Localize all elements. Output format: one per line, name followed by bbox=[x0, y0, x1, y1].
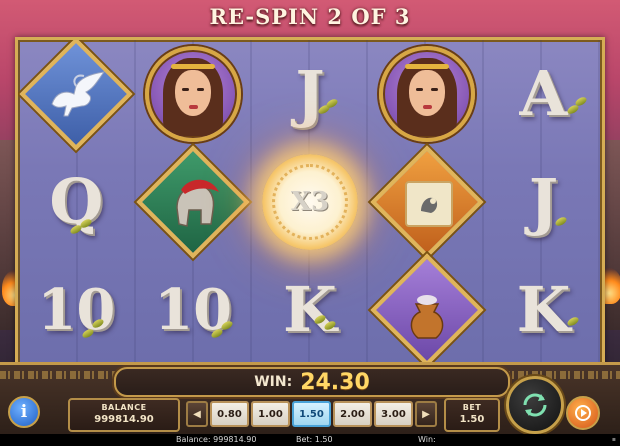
respin-title: RE-SPIN 2 OF 3 bbox=[209, 4, 411, 29]
scroll-icon bbox=[405, 181, 454, 227]
symbol-letter: J bbox=[528, 165, 559, 238]
reel-frame: J A Q X3 J 10 10 K K bbox=[15, 37, 605, 367]
symbol-letter: Q bbox=[49, 165, 104, 238]
bet-increase-button[interactable]: ▶ bbox=[415, 401, 437, 427]
bet-value: 1.50 bbox=[459, 414, 485, 425]
goddess-portrait-icon bbox=[145, 46, 242, 142]
multiplier-x3-symbol: X3 bbox=[261, 154, 358, 250]
symbol-letter: J bbox=[295, 57, 325, 130]
bet-option-2-selected[interactable]: 1.50 bbox=[292, 401, 331, 427]
symbol-letter: K bbox=[283, 273, 337, 346]
reel-cell-1-2 bbox=[135, 40, 252, 148]
win-display: WIN: 24.30 bbox=[114, 367, 510, 397]
reel-cell-3-3: K bbox=[252, 256, 369, 364]
status-bet: Bet: 1.50 bbox=[296, 435, 333, 444]
bet-option-3[interactable]: 2.00 bbox=[333, 401, 372, 427]
spin-button[interactable] bbox=[506, 376, 564, 434]
goddess-portrait-icon bbox=[378, 46, 475, 142]
reel-cell-1-5: A bbox=[485, 40, 602, 148]
reel-cell-1-4 bbox=[368, 40, 485, 148]
pegasus-icon bbox=[51, 71, 106, 117]
provider-logo-icon: ▪ bbox=[611, 436, 616, 443]
reel-grid: J A Q X3 J 10 10 K K bbox=[18, 40, 602, 364]
symbol-letter: K bbox=[516, 273, 571, 346]
spartan-helmet-icon bbox=[176, 179, 219, 227]
reel-cell-3-2: 10 bbox=[135, 256, 252, 364]
symbol-letter: A bbox=[519, 57, 568, 130]
bet-option-1[interactable]: 1.00 bbox=[251, 401, 290, 427]
balance-display: BALANCE 999814.90 bbox=[68, 398, 180, 432]
symbol-letter: 10 bbox=[37, 277, 116, 343]
autoplay-button[interactable] bbox=[566, 396, 600, 430]
olive-leaf-icon bbox=[574, 95, 589, 108]
win-label: WIN: bbox=[254, 374, 293, 390]
reel-cell-3-5: K bbox=[485, 256, 602, 364]
vase-icon bbox=[411, 295, 444, 339]
reel-cell-2-5: J bbox=[485, 148, 602, 256]
reel-cell-1-3: J bbox=[252, 40, 369, 148]
balance-label: BALANCE bbox=[101, 403, 147, 412]
reel-cell-2-1: Q bbox=[18, 148, 135, 256]
autoplay-icon bbox=[575, 405, 591, 421]
balance-value: 999814.90 bbox=[94, 414, 154, 425]
bet-option-4[interactable]: 3.00 bbox=[374, 401, 413, 427]
reel-cell-3-4 bbox=[368, 253, 485, 364]
spin-arrows-icon bbox=[523, 393, 547, 417]
bet-decrease-button[interactable]: ◀ bbox=[186, 401, 208, 427]
status-win: Win: bbox=[418, 435, 436, 444]
win-amount: 24.30 bbox=[300, 369, 370, 395]
reel-cell-2-3: X3 bbox=[252, 148, 369, 256]
bet-display: BET 1.50 bbox=[444, 398, 500, 432]
info-button[interactable]: i bbox=[8, 396, 40, 428]
status-bar: Balance: 999814.90 Bet: 1.50 Win: ▪ bbox=[0, 434, 620, 446]
status-balance: Balance: 999814.90 bbox=[176, 435, 257, 444]
reel-cell-3-1: 10 bbox=[18, 256, 135, 364]
reel-cell-1-1 bbox=[18, 40, 135, 151]
reel-cell-2-4 bbox=[368, 145, 485, 259]
bet-option-0[interactable]: 0.80 bbox=[210, 401, 249, 427]
reel-cell-2-2 bbox=[135, 145, 252, 259]
bet-label: BET bbox=[462, 403, 482, 412]
